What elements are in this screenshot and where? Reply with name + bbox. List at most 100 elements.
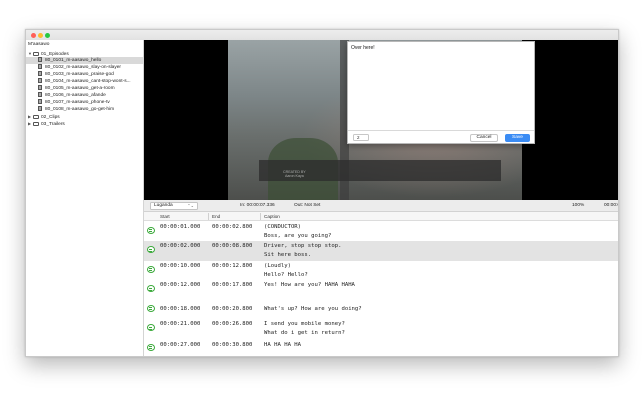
- sidebar-folder-episodes[interactable]: ▼ 01_Episodes: [28, 50, 69, 57]
- cell-caption-line: What's up? How are you doing?: [264, 305, 362, 312]
- column-header-end[interactable]: End: [212, 212, 220, 221]
- zoom-level[interactable]: 100%: [572, 200, 584, 212]
- episode-label: 80_0107_m-aasawo_phone-tv: [45, 100, 110, 105]
- column-header-caption[interactable]: Caption: [264, 212, 280, 221]
- speech-bubble-icon[interactable]: [147, 343, 155, 351]
- cell-end: 00:00:12.800: [212, 262, 253, 269]
- language-select[interactable]: Luganda ⌃⌄: [150, 202, 198, 210]
- cell-caption-line: Yes! How are you? HAHA HAHA: [264, 282, 355, 288]
- cell-end: 00:00:26.800: [212, 321, 253, 327]
- cell-end: 00:00:08.800: [212, 243, 253, 249]
- speech-bubble-icon[interactable]: [147, 285, 155, 292]
- table-row[interactable]: 00:00:12.000 00:00:17.800 Yes! How are y…: [144, 280, 618, 300]
- column-divider[interactable]: [208, 213, 209, 220]
- title-bar: [26, 30, 618, 40]
- save-button[interactable]: Save: [505, 134, 530, 142]
- sidebar-item-episode-0102[interactable]: 80_0102_m-aasawo_slay-on-slayer: [38, 64, 121, 71]
- sidebar-item-episode-0103[interactable]: 80_0103_m-aasawo_praise-god: [38, 71, 114, 78]
- episode-label: 80_0104_m-aasawo_cant-stop-wont-s...: [45, 79, 131, 84]
- speech-bubble-icon[interactable]: [147, 324, 155, 331]
- table-row[interactable]: 00:00:10.000 00:00:12.800 (Loudly) Hello…: [144, 261, 618, 281]
- cell-start: 00:00:10.000: [160, 262, 201, 269]
- in-point-label[interactable]: In: 00:00:07.336: [240, 200, 275, 212]
- minimize-window-button[interactable]: [38, 33, 43, 38]
- film-file-icon: [38, 85, 42, 91]
- sidebar-item-episode-0104[interactable]: 80_0104_m-aasawo_cant-stop-wont-s...: [38, 78, 142, 85]
- app-window: M'aasawo ▼ 01_Episodes 80_0101_m-aasawo_h…: [25, 29, 619, 357]
- video-player[interactable]: CREATED BY Aaron Kaya Over here! 2 Cance…: [144, 40, 618, 200]
- caption-edit-popover: Over here! 2 Cancel Save: [347, 41, 535, 144]
- cell-caption-line: Sit here boss.: [264, 252, 312, 258]
- speech-bubble-icon[interactable]: [147, 226, 155, 234]
- speech-bubble-icon[interactable]: [147, 265, 155, 273]
- caption-text-editor[interactable]: Over here!: [351, 45, 375, 51]
- sidebar-item-episode-0101[interactable]: 80_0101_m-aasawo_hello: [26, 57, 143, 64]
- chevron-updown-icon: ⌃⌄: [187, 203, 194, 208]
- caption-table: Start End Caption 00:00:01.000 00:00:02.…: [144, 212, 618, 357]
- cell-caption-line: Hello? Hello?: [264, 271, 308, 278]
- table-row[interactable]: 00:00:01.000 00:00:02.800 (CONDUCTOR) Bo…: [144, 222, 618, 242]
- watermark-line: Aaron Kaya: [284, 174, 304, 178]
- duration-readout: 00:00:08.425: [604, 203, 618, 208]
- cell-caption-line: (CONDUCTOR): [264, 223, 302, 230]
- cell-end: 00:00:20.800: [212, 305, 253, 312]
- cell-start: 00:00:18.000: [160, 305, 201, 312]
- cell-start: 00:00:27.000: [160, 341, 201, 348]
- folder-icon: [33, 51, 39, 56]
- film-file-icon: [38, 78, 42, 84]
- episode-label: 80_0101_m-aasawo_hello: [45, 58, 102, 63]
- project-sidebar: M'aasawo ▼ 01_Episodes 80_0101_m-aasawo_h…: [26, 40, 144, 356]
- project-title: M'aasawo: [28, 42, 50, 47]
- sidebar-folder-clips[interactable]: ▶ 02_Clips: [28, 113, 60, 120]
- cell-caption-line: HA HA HA HA: [264, 341, 302, 348]
- sidebar-item-episode-0107[interactable]: 80_0107_m-aasawo_phone-tv: [38, 99, 110, 106]
- film-file-icon: [38, 71, 42, 77]
- table-row[interactable]: 00:00:27.000 00:00:30.800 HA HA HA HA: [144, 339, 618, 357]
- out-point-label[interactable]: Out: Not Set: [294, 200, 320, 212]
- table-header: Start End Caption: [144, 212, 618, 221]
- episode-label: 80_0106_m-aasawo_afande: [45, 93, 106, 98]
- episode-label: 80_0102_m-aasawo_slay-on-slayer: [45, 65, 121, 70]
- sidebar-folder-trailers[interactable]: ▶ 03_Trailers: [28, 120, 65, 127]
- playback-controls-bar: Luganda ⌃⌄ In: 00:00:07.336 Out: Not Set…: [144, 200, 618, 212]
- cell-start: 00:00:21.000: [160, 321, 201, 327]
- film-file-icon: [38, 92, 42, 98]
- cell-end: 00:00:30.800: [212, 341, 253, 348]
- sidebar-item-episode-0105[interactable]: 80_0105_m-aasawo_get-a-room: [38, 85, 115, 92]
- cell-end: 00:00:02.800: [212, 223, 253, 230]
- cell-end: 00:00:17.800: [212, 282, 253, 288]
- sidebar-item-episode-0108[interactable]: 80_0108_m-aasawo_go-get-him: [38, 106, 114, 113]
- line-count-field[interactable]: 2: [353, 134, 369, 141]
- video-watermark: CREATED BY Aaron Kaya: [283, 170, 306, 178]
- cancel-button[interactable]: Cancel: [470, 134, 498, 142]
- film-file-icon: [38, 64, 42, 70]
- episode-label: 80_0108_m-aasawo_go-get-him: [45, 107, 115, 112]
- sidebar-item-episode-0106[interactable]: 80_0106_m-aasawo_afande: [38, 92, 106, 99]
- film-file-icon: [38, 57, 42, 63]
- cell-caption-line: (Loudly): [264, 262, 291, 269]
- cell-caption-line: Boss, are you going?: [264, 232, 332, 239]
- cell-caption-line: Driver, stop stop stop.: [264, 243, 342, 249]
- folder-icon: [33, 121, 39, 126]
- film-file-icon: [38, 106, 42, 112]
- table-row[interactable]: 00:00:21.000 00:00:26.800 I send you mob…: [144, 319, 618, 339]
- episode-label: 80_0105_m-aasawo_get-a-room: [45, 86, 115, 91]
- folder-icon: [33, 114, 39, 119]
- cell-start: 00:00:12.000: [160, 282, 201, 288]
- column-divider[interactable]: [260, 213, 261, 220]
- table-row[interactable]: 00:00:02.000 00:00:08.800 Driver, stop s…: [144, 241, 618, 261]
- zoom-window-button[interactable]: [45, 33, 50, 38]
- close-window-button[interactable]: [31, 33, 36, 38]
- table-row[interactable]: 00:00:18.000 00:00:20.800 What's up? How…: [144, 300, 618, 320]
- language-value: Luganda: [154, 203, 173, 208]
- cell-start: 00:00:01.000: [160, 223, 201, 230]
- column-header-start[interactable]: Start: [160, 212, 170, 221]
- episode-label: 80_0103_m-aasawo_praise-god: [45, 72, 114, 77]
- film-file-icon: [38, 99, 42, 105]
- cell-caption-line: What do i get in return?: [264, 330, 345, 336]
- cell-caption-line: I send you mobile money?: [264, 321, 345, 327]
- speech-bubble-icon[interactable]: [147, 304, 155, 312]
- folder-label: 03_Trailers: [41, 122, 65, 127]
- speech-bubble-icon[interactable]: [147, 246, 155, 253]
- cell-start: 00:00:02.000: [160, 243, 201, 249]
